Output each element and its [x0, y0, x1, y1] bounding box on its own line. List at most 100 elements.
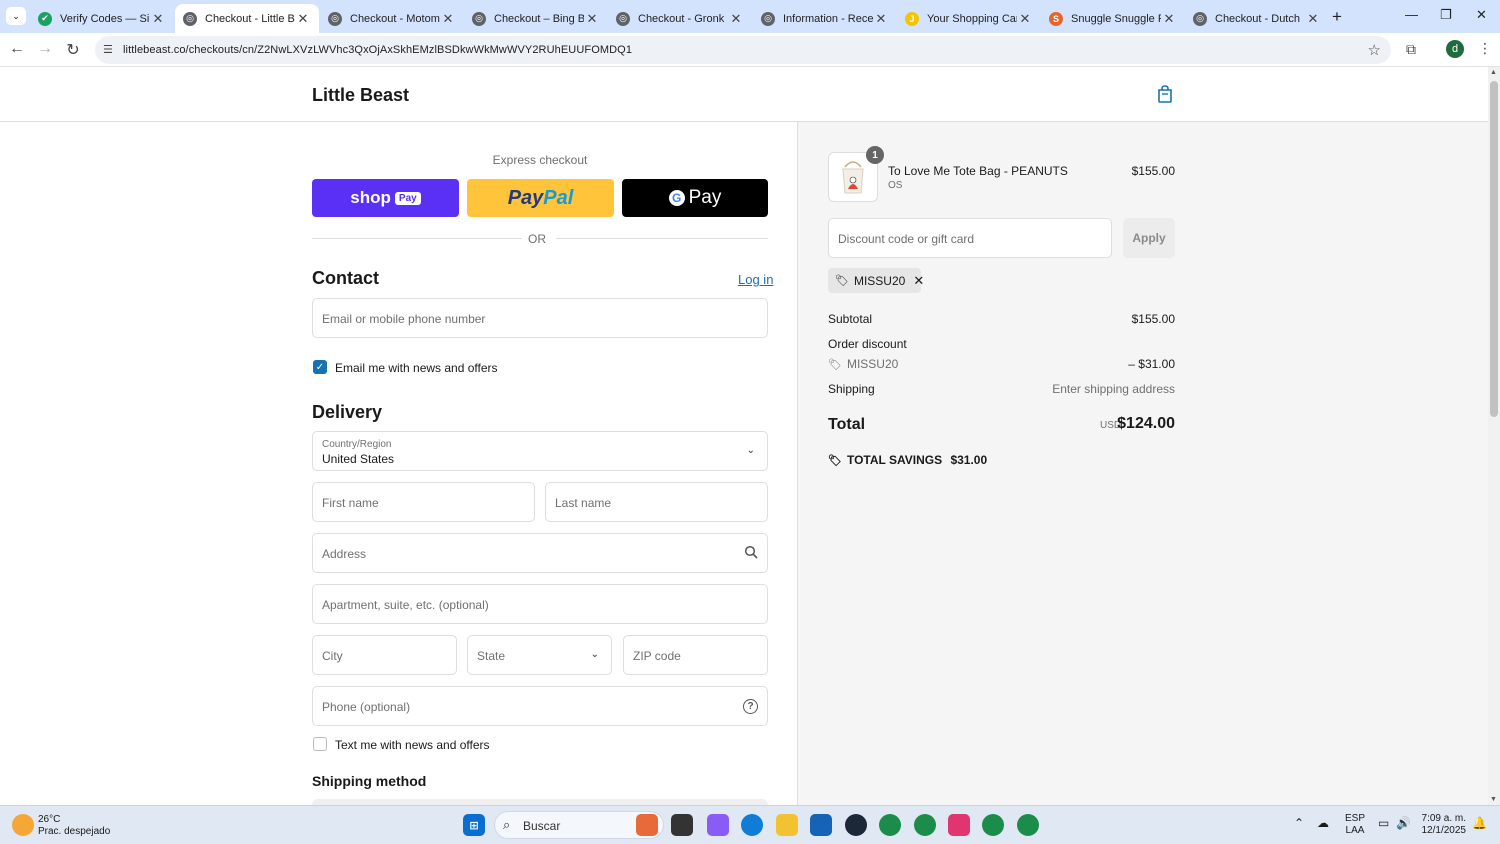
phone-field[interactable]: Phone (optional) ? — [312, 686, 768, 726]
network-icon[interactable]: ▭ — [1378, 817, 1389, 829]
discount-code-field[interactable]: Discount code or gift card — [828, 218, 1112, 258]
apartment-field[interactable]: Apartment, suite, etc. (optional) — [312, 584, 768, 624]
close-tab-icon[interactable]: ✕ — [1017, 11, 1033, 27]
close-tab-icon[interactable]: ✕ — [295, 11, 311, 27]
steam-icon[interactable] — [845, 814, 867, 836]
city-placeholder: City — [322, 649, 343, 663]
close-window-button[interactable]: ✕ — [1476, 7, 1487, 23]
scrollbar-thumb[interactable] — [1490, 81, 1498, 417]
browser-tab[interactable]: ◎ Information - Recess✕ — [753, 4, 897, 33]
chrome-profile-icon[interactable] — [982, 814, 1004, 836]
email-news-checkbox[interactable]: ✓ — [313, 360, 327, 374]
new-tab-button[interactable]: + — [1332, 7, 1342, 27]
country-label: Country/Region — [322, 439, 392, 450]
onedrive-icon[interactable]: ☁ — [1317, 817, 1329, 829]
notification-bell-icon[interactable]: 🔔 — [1472, 817, 1487, 829]
tab-favicon-icon: ◎ — [328, 11, 342, 26]
browser-tab[interactable]: ✔ Verify Codes — Simp✕ — [30, 4, 174, 33]
app-icon[interactable] — [948, 814, 970, 836]
total-savings-value: $31.00 — [950, 453, 988, 467]
tab-favicon-icon: ◎ — [616, 11, 630, 26]
weather-widget[interactable]: 26°C Prac. despejado — [38, 814, 110, 838]
help-icon[interactable]: ? — [743, 699, 758, 714]
shop-pay-pill: Pay — [394, 191, 421, 205]
google-pay-button[interactable]: G Pay — [622, 179, 768, 217]
last-name-field[interactable]: Last name — [545, 482, 768, 522]
search-icon[interactable] — [744, 545, 758, 559]
chrome-profile-icon[interactable] — [914, 814, 936, 836]
tab-favicon-icon: ◎ — [1193, 11, 1207, 26]
start-button[interactable]: ⊞ — [463, 814, 485, 836]
url-text[interactable]: littlebeast.co/checkouts/cn/Z2NwLXVzLWVh… — [123, 44, 632, 56]
file-explorer-icon[interactable] — [776, 814, 798, 836]
email-news-label[interactable]: Email me with news and offers — [335, 361, 498, 375]
tab-search-button[interactable]: ⌄ — [6, 7, 26, 25]
state-select[interactable]: State ⌄ — [467, 635, 612, 675]
shop-pay-button[interactable]: shop Pay — [312, 179, 459, 217]
edge-icon[interactable] — [741, 814, 763, 836]
bookmark-star-icon[interactable]: ☆ — [1368, 41, 1381, 59]
zip-field[interactable]: ZIP code — [623, 635, 768, 675]
shopping-bag-icon[interactable] — [1157, 85, 1173, 103]
browser-tab[interactable]: S Snuggle Snuggle Fab✕ — [1041, 4, 1185, 33]
tray-overflow-icon[interactable]: ⌃ — [1294, 817, 1304, 829]
browser-tab[interactable]: ◎ Checkout – Bing Beve✕ — [464, 4, 608, 33]
country-select[interactable]: Country/Region United States ⌄ — [312, 431, 768, 471]
page-scrollbar[interactable]: ▲ ▼ — [1488, 67, 1500, 805]
forward-button[interactable]: → — [35, 40, 55, 58]
restore-button[interactable]: ❐ — [1440, 7, 1452, 23]
scroll-up-icon[interactable]: ▲ — [1490, 69, 1497, 76]
tab-favicon-icon: ◎ — [761, 11, 775, 26]
express-checkout-label: Express checkout — [492, 153, 588, 167]
reload-button[interactable]: ↻ — [63, 40, 83, 60]
text-news-label[interactable]: Text me with news and offers — [335, 738, 490, 752]
tab-favicon-icon: ◎ — [472, 11, 486, 26]
chrome-icon[interactable] — [879, 814, 901, 836]
close-tab-icon[interactable]: ✕ — [873, 11, 889, 27]
address-field[interactable]: Address — [312, 533, 768, 573]
store-logo[interactable]: Little Beast — [312, 85, 409, 106]
log-in-link[interactable]: Log in — [738, 272, 773, 287]
task-view-icon[interactable] — [671, 814, 693, 836]
chrome-profile-icon[interactable] — [1017, 814, 1039, 836]
tab-title: Verify Codes — Simp — [60, 12, 150, 25]
weather-icon[interactable] — [12, 814, 34, 836]
store-icon[interactable] — [810, 814, 832, 836]
search-icon: ⌕ — [503, 817, 511, 832]
product-variant: OS — [888, 180, 903, 191]
close-tab-icon[interactable]: ✕ — [1305, 11, 1321, 27]
apply-button[interactable]: Apply — [1123, 218, 1175, 258]
copilot-icon[interactable] — [707, 814, 729, 836]
browser-tab[interactable]: ◎ Checkout - Little Bea✕ — [175, 4, 319, 33]
extensions-icon[interactable]: ⧉ — [1406, 41, 1416, 58]
volume-icon[interactable]: 🔊 — [1396, 817, 1411, 829]
tab-title: Snuggle Snuggle Fab — [1071, 12, 1161, 25]
email-field[interactable]: Email or mobile phone number — [312, 298, 768, 338]
city-field[interactable]: City — [312, 635, 457, 675]
browser-tab[interactable]: J Your Shopping Cart |✕ — [897, 4, 1041, 33]
site-info-icon[interactable]: ☰ — [103, 43, 113, 56]
back-button[interactable]: ← — [7, 40, 27, 58]
browser-tab[interactable]: ◎ Checkout - Gronk Fit✕ — [608, 4, 752, 33]
text-news-checkbox[interactable] — [313, 737, 327, 751]
first-name-field[interactable]: First name — [312, 482, 535, 522]
close-tab-icon[interactable]: ✕ — [1161, 11, 1177, 27]
remove-discount-icon[interactable]: ✕ — [913, 273, 924, 289]
profile-avatar[interactable]: d — [1446, 40, 1464, 58]
checkout-page: Little Beast Express checkout shop Pay P… — [0, 67, 1488, 805]
paypal-button[interactable]: Pay Pal — [467, 179, 614, 217]
close-tab-icon[interactable]: ✕ — [150, 11, 166, 27]
scroll-down-icon[interactable]: ▼ — [1490, 796, 1497, 803]
language-bottom: LAA — [1345, 825, 1365, 836]
minimize-button[interactable]: — — [1405, 7, 1418, 22]
product-price: $155.00 — [1131, 164, 1175, 178]
language-indicator[interactable]: ESP LAA — [1345, 813, 1365, 837]
close-tab-icon[interactable]: ✕ — [440, 11, 456, 27]
address-bar[interactable]: ☰ littlebeast.co/checkouts/cn/Z2NwLXVzLW… — [95, 36, 1391, 64]
browser-tab[interactable]: ◎ Checkout - Motomo ✕ — [320, 4, 464, 33]
close-tab-icon[interactable]: ✕ — [584, 11, 600, 27]
close-tab-icon[interactable]: ✕ — [728, 11, 744, 27]
browser-tab[interactable]: ◎ Checkout - Dutch ✕ — [1185, 4, 1329, 33]
browser-menu-icon[interactable]: ⋮ — [1478, 40, 1492, 57]
clock[interactable]: 7:09 a. m. 12/1/2025 — [1420, 813, 1467, 837]
